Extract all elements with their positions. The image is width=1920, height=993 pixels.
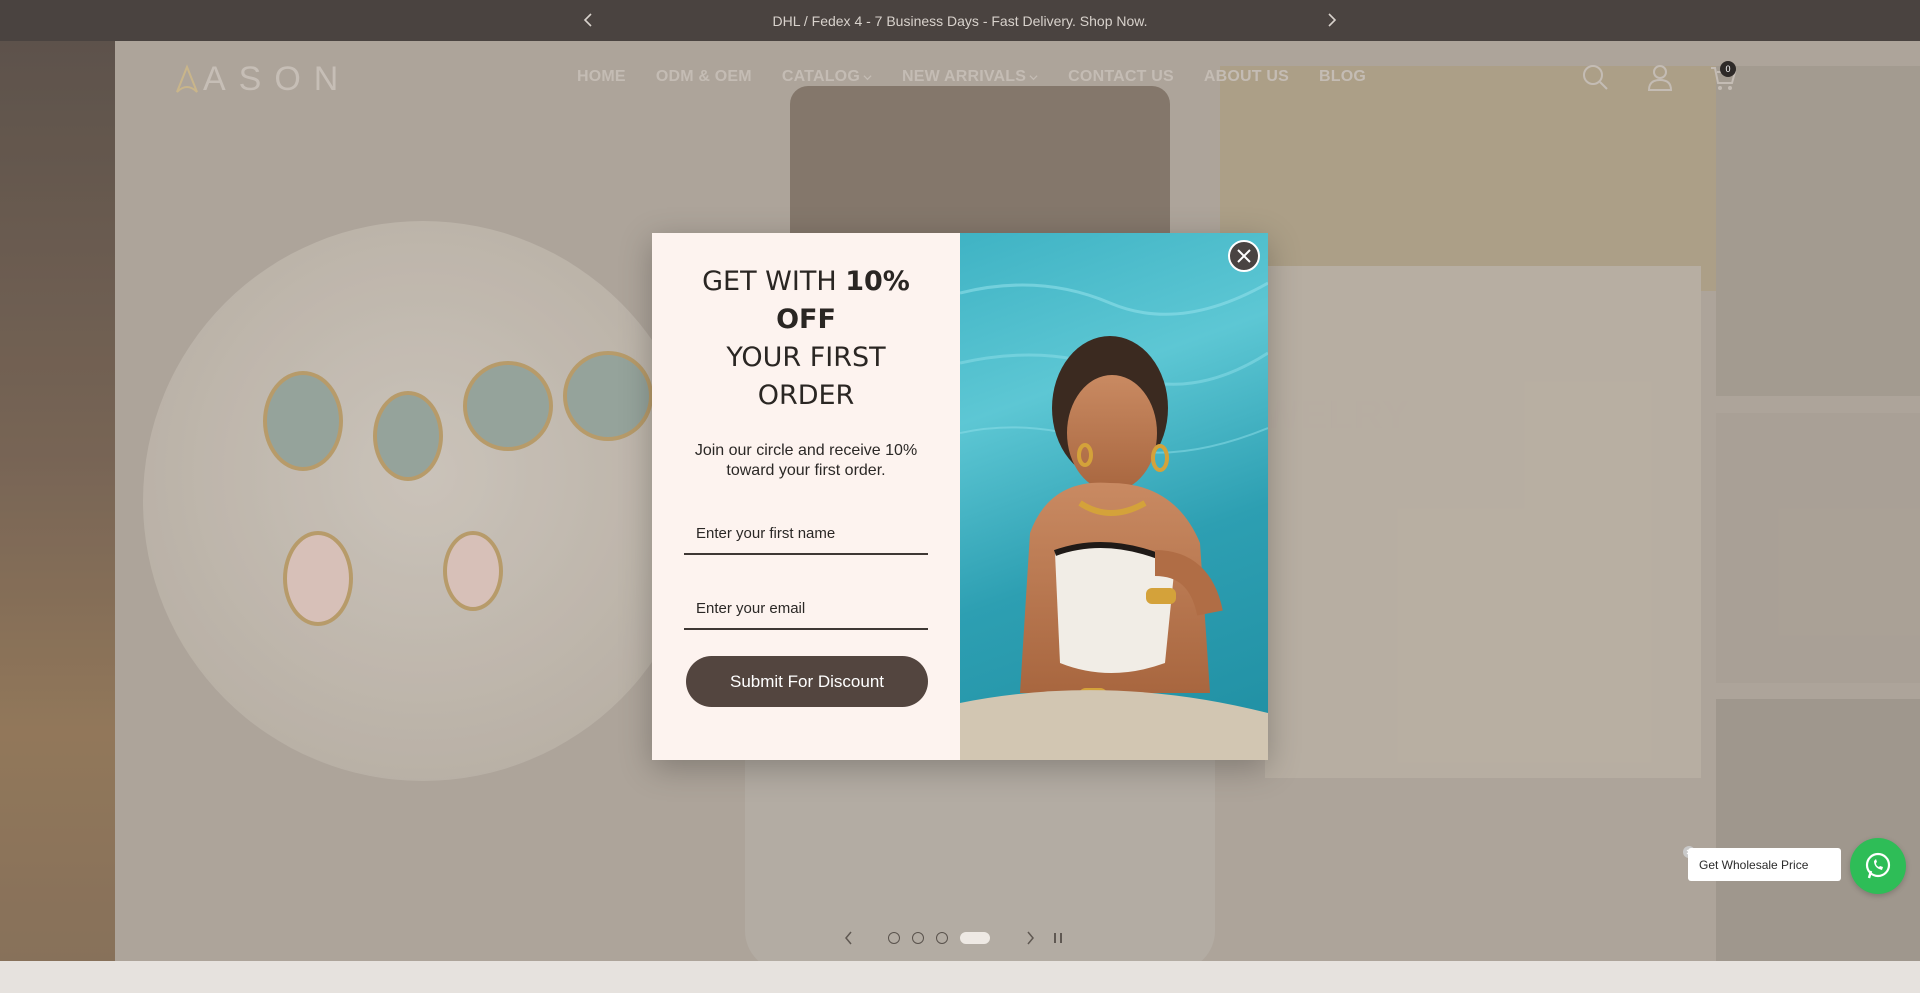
chevron-right-icon: [1328, 13, 1337, 27]
announcement-bar: DHL / Fedex 4 - 7 Business Days - Fast D…: [0, 0, 1920, 41]
nav-about-us[interactable]: ABOUT US: [1204, 68, 1289, 86]
slider-dot-3[interactable]: [936, 932, 948, 944]
headline-percent: 10%: [845, 266, 910, 297]
nav-label: ODM & OEM: [655, 68, 752, 85]
nav-label: CATALOG: [781, 68, 860, 85]
chevron-left-icon: [583, 13, 592, 27]
headline-line4: ORDER: [757, 380, 855, 411]
first-name-field[interactable]: Enter your first name: [684, 513, 928, 555]
email-field[interactable]: Enter your email: [684, 588, 928, 630]
cart-count-badge: 0: [1720, 61, 1736, 77]
announcement-prev-button[interactable]: [576, 8, 600, 32]
whatsapp-button[interactable]: [1850, 838, 1906, 894]
chevron-right-icon: [1026, 931, 1034, 945]
search-icon[interactable]: [1580, 62, 1610, 92]
announcement-next-button[interactable]: [1320, 8, 1344, 32]
slider-dot-4[interactable]: [960, 932, 990, 944]
popup-close-button[interactable]: [1228, 240, 1260, 272]
nav-label: BLOG: [1319, 68, 1367, 85]
nav-contact-us[interactable]: CONTACT US: [1068, 68, 1174, 86]
nav-home[interactable]: HOME: [577, 68, 626, 86]
main-nav: HOME ODM & OEM CATALOG NEW ARRIVALS CONT…: [577, 68, 1366, 86]
nav-label: NEW ARRIVALS: [901, 68, 1027, 85]
slider-next-button[interactable]: [1022, 930, 1038, 946]
discount-popup: GET WITH 10% OFF YOUR FIRST ORDER Join o…: [652, 233, 1268, 760]
nav-odm-oem[interactable]: ODM & OEM: [656, 68, 752, 86]
pause-icon: [1054, 933, 1062, 943]
slider-controls: [840, 930, 1066, 946]
close-icon: [1237, 249, 1251, 263]
headline-regular: GET WITH: [702, 266, 846, 297]
nav-new-arrivals[interactable]: NEW ARRIVALS: [902, 68, 1038, 86]
popup-headline: GET WITH 10% OFF YOUR FIRST ORDER: [680, 263, 932, 415]
nav-label: ABOUT US: [1203, 68, 1290, 85]
wholesale-price-label[interactable]: Get Wholesale Price: [1688, 848, 1841, 881]
slider-prev-button[interactable]: [840, 930, 856, 946]
headline-line3: YOUR FIRST: [726, 342, 886, 373]
slider-spacer: [1002, 930, 1010, 946]
slider-dot-1[interactable]: [888, 932, 900, 944]
model-photo-illustration: [960, 281, 1268, 760]
chevron-down-icon: [863, 74, 872, 80]
announcement-text[interactable]: DHL / Fedex 4 - 7 Business Days - Fast D…: [772, 13, 1147, 29]
nav-blog[interactable]: BLOG: [1319, 68, 1366, 86]
logo-text: ASON: [203, 59, 352, 98]
chevron-down-icon: [1029, 74, 1038, 80]
slider-spacer: [868, 930, 876, 946]
headline-off: OFF: [776, 304, 836, 335]
popup-subtext: Join our circle and receive 10% toward y…: [694, 442, 918, 479]
nav-label: CONTACT US: [1068, 68, 1174, 85]
popup-form-panel: GET WITH 10% OFF YOUR FIRST ORDER Join o…: [652, 233, 960, 760]
hero-title: WELRY: [1262, 393, 1410, 437]
nav-label: HOME: [577, 68, 626, 85]
whatsapp-icon: [1865, 852, 1891, 879]
nav-catalog[interactable]: CATALOG: [782, 68, 872, 86]
chevron-left-icon: [844, 931, 852, 945]
slider-pause-button[interactable]: [1050, 930, 1066, 946]
page-bottom-strip: [0, 961, 1920, 993]
site-logo[interactable]: ASON: [175, 59, 352, 98]
slider-dot-2[interactable]: [912, 932, 924, 944]
submit-discount-button[interactable]: Submit For Discount: [686, 656, 928, 707]
user-icon[interactable]: [1645, 62, 1675, 92]
logo-mark-icon: [176, 64, 198, 93]
popup-model-image: [960, 233, 1268, 760]
